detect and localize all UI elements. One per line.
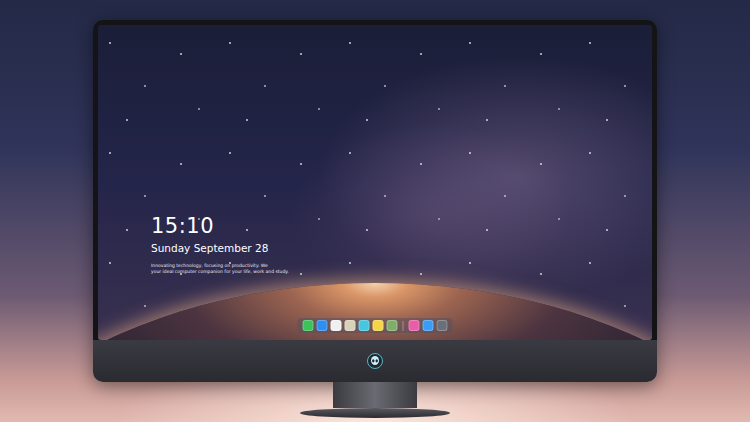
bezel: 15:10 Sunday September 28 Innovating techn… — [93, 20, 657, 340]
dock-app-icon[interactable] — [345, 320, 356, 331]
dock-app-icon[interactable] — [359, 320, 370, 331]
dock-app-icon[interactable] — [303, 320, 314, 331]
dock-app-icon[interactable] — [409, 320, 420, 331]
dock-app-icon[interactable] — [317, 320, 328, 331]
stand-neck — [333, 382, 417, 408]
dock-separator — [403, 321, 404, 331]
stand-base — [300, 408, 450, 418]
monitor-chin — [93, 340, 657, 382]
dock-app-icon[interactable] — [437, 320, 448, 331]
logo-icon — [367, 353, 383, 369]
monitor: 15:10 Sunday September 28 Innovating techn… — [93, 20, 657, 382]
dock — [298, 318, 453, 333]
caption-line: Innovating technology, focusing on produ… — [151, 263, 289, 269]
caption-line: your ideal computer companion for your l… — [151, 269, 289, 275]
clock-time: 15:10 — [151, 213, 289, 239]
dock-app-icon[interactable] — [387, 320, 398, 331]
dock-app-icon[interactable] — [423, 320, 434, 331]
dock-app-icon[interactable] — [373, 320, 384, 331]
desktop-screen: 15:10 Sunday September 28 Innovating techn… — [98, 25, 652, 340]
clock-date: Sunday September 28 — [151, 241, 289, 255]
dock-app-icon[interactable] — [331, 320, 342, 331]
caption: Innovating technology, focusing on produ… — [151, 263, 289, 275]
lock-info: 15:10 Sunday September 28 Innovating techn… — [151, 213, 289, 275]
